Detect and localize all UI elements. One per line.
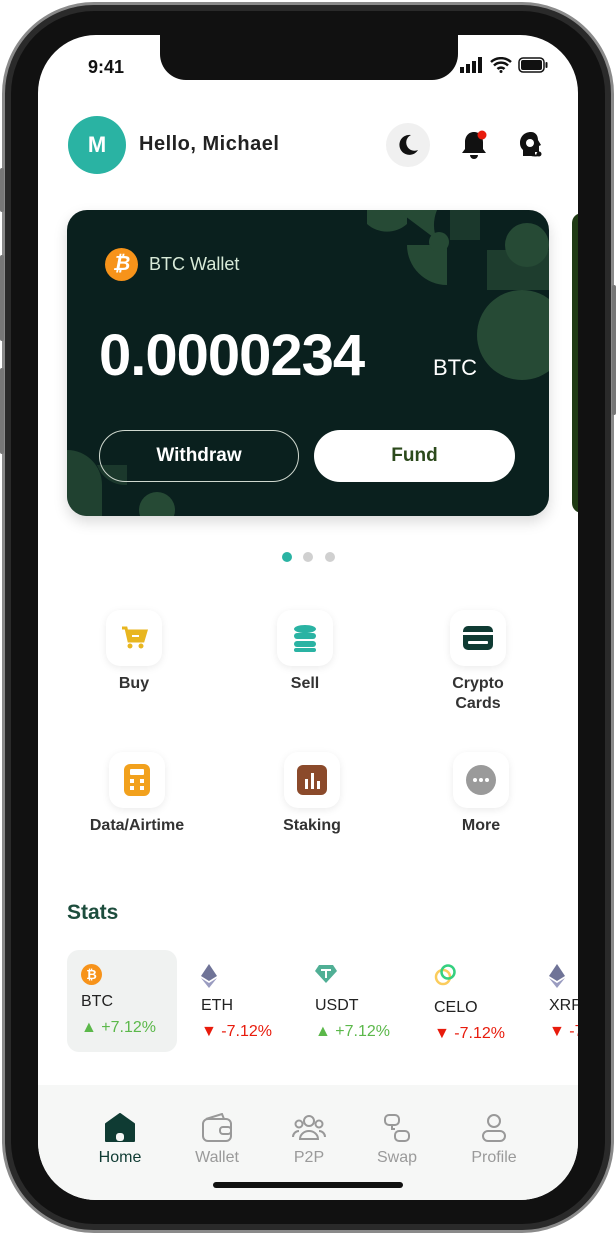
stat-item-xrp[interactable]: XRP ▼ -7.12%: [535, 950, 578, 1052]
stat-symbol: USDT: [315, 997, 359, 1014]
users-icon: [292, 1115, 326, 1140]
bitcoin-icon: ₿: [105, 248, 138, 281]
stat-symbol: CELO: [434, 999, 478, 1016]
wallet-balance: 0.0000234: [99, 323, 365, 388]
stat-item-eth[interactable]: ETH ▼ -7.12%: [187, 950, 297, 1052]
calculator-icon: [124, 764, 150, 796]
volume-down-button: [0, 368, 4, 454]
chart-icon: [297, 765, 327, 795]
wallet-icon: [202, 1113, 232, 1142]
arrow-down-icon: ▼: [201, 1023, 222, 1040]
ethereum-icon: [201, 964, 217, 988]
action-buy[interactable]: Buy: [59, 610, 209, 694]
card-icon: [463, 626, 493, 650]
btc-wallet-card[interactable]: ₿ BTC Wallet 0.0000234 BTC Withdraw Fund: [67, 210, 549, 516]
stat-change: -7.12%: [454, 1025, 505, 1042]
nav-label: Profile: [471, 1149, 517, 1166]
status-time: 9:41: [88, 57, 125, 77]
nav-home[interactable]: Home: [80, 1113, 160, 1167]
mute-switch: [0, 168, 4, 212]
celo-icon: [434, 964, 456, 986]
home-icon: [105, 1113, 135, 1142]
wifi-icon: [490, 57, 512, 73]
action-sell[interactable]: Sell: [230, 610, 380, 694]
nav-p2p[interactable]: P2P: [269, 1113, 349, 1167]
power-button: [612, 285, 616, 415]
arrow-up-icon: ▲: [315, 1023, 336, 1040]
action-label: More: [461, 817, 501, 834]
action-label: Data/Airtime: [89, 817, 185, 834]
action-crypto-cards[interactable]: Crypto Cards: [403, 610, 553, 714]
stat-item-btc[interactable]: ₿ BTC ▲ +7.12%: [67, 950, 177, 1052]
tether-icon: [315, 965, 337, 983]
screen: 9:41 M Hello, Michael ₿ BTC Wallet 0.000…: [38, 35, 578, 1200]
stat-change: +7.12%: [101, 1019, 156, 1036]
signal-icon: [460, 57, 482, 73]
nav-label: P2P: [293, 1149, 325, 1166]
nav-label: Home: [98, 1149, 142, 1166]
arrow-down-icon: ▼: [549, 1023, 570, 1040]
nav-label: Swap: [376, 1149, 418, 1166]
greeting: Hello, Michael: [139, 133, 280, 155]
moon-icon: [399, 134, 418, 155]
avatar[interactable]: M: [68, 116, 126, 174]
ethereum-icon: [549, 964, 565, 988]
arrow-down-icon: ▼: [434, 1025, 455, 1042]
user-icon: [482, 1114, 506, 1142]
stat-change: +7.12%: [335, 1023, 390, 1040]
theme-toggle-button[interactable]: [386, 123, 430, 167]
cart-icon: [122, 626, 148, 649]
withdraw-button[interactable]: Withdraw: [99, 430, 299, 482]
notifications-button[interactable]: [458, 127, 490, 163]
action-label: Staking: [283, 817, 341, 834]
headset-icon: [520, 132, 542, 157]
action-data-airtime[interactable]: Data/Airtime: [62, 752, 212, 836]
carousel-dot[interactable]: [303, 552, 313, 562]
action-label: Sell: [290, 675, 320, 692]
coins-icon: [294, 625, 316, 652]
notch: [160, 35, 458, 80]
battery-icon: [518, 57, 548, 73]
action-more[interactable]: More: [406, 752, 556, 836]
status-icons: [460, 57, 548, 73]
arrow-up-icon: ▲: [81, 1019, 102, 1036]
home-indicator[interactable]: [213, 1182, 403, 1188]
action-label: Crypto Cards: [452, 675, 504, 712]
stats-title: Stats: [67, 901, 119, 924]
stat-item-usdt[interactable]: USDT ▲ +7.12%: [301, 950, 411, 1052]
stat-item-celo[interactable]: CELO ▼ -7.12%: [420, 950, 530, 1052]
fund-button[interactable]: Fund: [314, 430, 515, 482]
nav-swap[interactable]: Swap: [357, 1113, 437, 1167]
bell-icon: [462, 130, 487, 159]
nav-profile[interactable]: Profile: [454, 1113, 534, 1167]
more-icon: [466, 765, 496, 795]
stat-symbol: BTC: [81, 993, 113, 1010]
swap-icon: [384, 1114, 410, 1142]
carousel-dot-active[interactable]: [282, 552, 292, 562]
volume-up-button: [0, 255, 4, 341]
nav-label: Wallet: [195, 1149, 239, 1166]
wallet-title: BTC Wallet: [149, 254, 240, 274]
nav-wallet[interactable]: Wallet: [177, 1113, 257, 1167]
balance-unit: BTC: [433, 355, 477, 380]
stat-change: -7.12%: [221, 1023, 272, 1040]
next-wallet-card[interactable]: [572, 213, 578, 513]
stat-change: -7.12%: [569, 1023, 578, 1040]
bitcoin-icon: ₿: [81, 964, 102, 985]
action-label: Buy: [118, 675, 150, 692]
support-button[interactable]: [515, 127, 549, 163]
stat-symbol: XRP: [549, 997, 578, 1014]
action-staking[interactable]: Staking: [237, 752, 387, 836]
carousel-dot[interactable]: [325, 552, 335, 562]
stat-symbol: ETH: [201, 997, 233, 1014]
